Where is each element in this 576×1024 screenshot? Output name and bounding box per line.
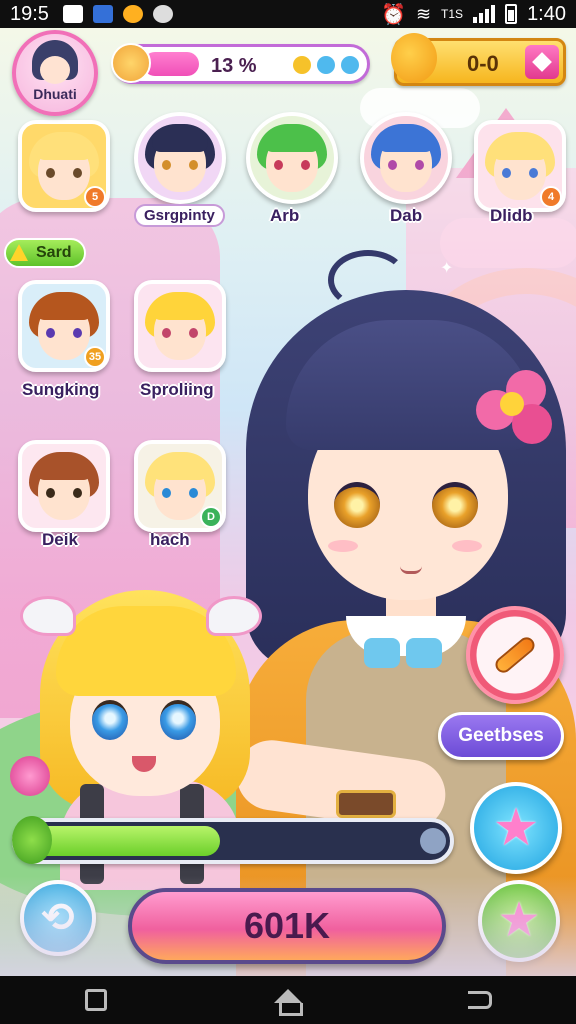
character-name-label: hach bbox=[150, 530, 190, 549]
diamond-plus-icon bbox=[532, 52, 552, 72]
alarm-icon: ⏰ bbox=[381, 3, 406, 26]
character-eyes bbox=[162, 160, 198, 170]
right-eye bbox=[432, 482, 478, 528]
energy-bar bbox=[12, 816, 454, 864]
character-name-label: Dlidb bbox=[490, 206, 533, 225]
carrier-label: T1S bbox=[441, 7, 464, 21]
flower-hairpin-icon bbox=[476, 370, 556, 450]
character-bangs bbox=[152, 126, 208, 152]
main-action-button[interactable]: 601K bbox=[128, 888, 446, 964]
progress-percent: 13 % bbox=[211, 55, 257, 77]
pet-icon bbox=[111, 43, 151, 83]
status-clock: 1:40 bbox=[527, 2, 566, 25]
character-bangs bbox=[492, 134, 548, 160]
wing-hairpin bbox=[206, 596, 262, 636]
battery-icon bbox=[505, 4, 518, 24]
home-icon bbox=[274, 989, 303, 1016]
image-notification-icon bbox=[62, 5, 83, 23]
currency-display[interactable]: 0-0 bbox=[391, 33, 566, 86]
back-button[interactable] bbox=[450, 980, 510, 1020]
character-card[interactable] bbox=[246, 112, 338, 204]
status-bar: 19:5 ⏰ ≋ T1S 1:40 bbox=[0, 0, 576, 28]
character-bangs bbox=[36, 454, 92, 480]
blush bbox=[452, 540, 482, 552]
character-name-label: Deik bbox=[42, 530, 78, 549]
status-time: 19:5 bbox=[10, 2, 49, 25]
progress-fill bbox=[143, 52, 199, 76]
home-button[interactable] bbox=[258, 980, 318, 1020]
character-eyes bbox=[274, 160, 310, 170]
character-eyes bbox=[46, 168, 82, 178]
ribbon bbox=[364, 638, 444, 678]
pencil-icon bbox=[492, 634, 538, 676]
blue-gem-icon bbox=[317, 56, 335, 74]
wifi-icon: ≋ bbox=[415, 3, 432, 24]
recent-apps-icon bbox=[85, 989, 107, 1011]
watch bbox=[336, 790, 396, 818]
character-card[interactable] bbox=[134, 112, 226, 204]
settings-notification-icon bbox=[152, 5, 173, 23]
right-eye bbox=[160, 700, 196, 740]
character-card[interactable] bbox=[360, 112, 452, 204]
star-icon: ★ bbox=[492, 799, 540, 857]
profile-avatar[interactable]: Dhuati bbox=[12, 30, 98, 116]
game-notification-icon bbox=[122, 5, 143, 23]
character-bangs bbox=[36, 294, 92, 320]
currency-value: 0-0 bbox=[467, 51, 499, 76]
character-bangs bbox=[378, 126, 434, 152]
back-icon bbox=[468, 991, 492, 1009]
character-bangs bbox=[152, 294, 208, 320]
blue-gem-icon bbox=[341, 56, 359, 74]
avatar-face bbox=[40, 56, 70, 84]
geet-button[interactable]: Geetbses bbox=[438, 712, 564, 760]
character-name-label: Sungking bbox=[22, 380, 100, 399]
recent-apps-button[interactable] bbox=[66, 980, 126, 1020]
character-eyes bbox=[46, 328, 82, 338]
character-name-label: Dab bbox=[390, 206, 423, 225]
character-bangs bbox=[36, 134, 92, 160]
section-tag[interactable]: Sard bbox=[4, 238, 86, 268]
character-bangs bbox=[264, 126, 320, 152]
character-badge: D bbox=[200, 506, 222, 528]
signal-icon bbox=[473, 5, 496, 23]
leaf-icon bbox=[12, 816, 52, 864]
add-currency-button[interactable] bbox=[525, 45, 559, 79]
character-eyes bbox=[46, 488, 82, 498]
character-badge: 5 bbox=[84, 186, 106, 208]
character-card[interactable] bbox=[18, 440, 110, 532]
character-name-label: Gsrgpinty bbox=[134, 204, 225, 227]
system-nav-bar bbox=[0, 976, 576, 1024]
character-eyes bbox=[162, 328, 198, 338]
character-badge: 35 bbox=[84, 346, 106, 368]
water-drop-icon bbox=[420, 828, 446, 854]
profile-name: Dhuati bbox=[33, 86, 77, 102]
character-name-label: Sproliing bbox=[140, 380, 214, 399]
character-bangs bbox=[152, 454, 208, 480]
level-progress-bar: 13 % bbox=[111, 43, 370, 84]
left-eye bbox=[92, 700, 128, 740]
character-card[interactable] bbox=[134, 280, 226, 372]
app-notification-icon bbox=[92, 5, 113, 23]
star-button[interactable]: ★ bbox=[470, 782, 562, 874]
character-eyes bbox=[162, 488, 198, 498]
rose-icon bbox=[10, 756, 50, 796]
character-badge: 4 bbox=[540, 186, 562, 208]
fox-coin-icon bbox=[391, 33, 437, 83]
ahoge bbox=[328, 250, 408, 310]
character-eyes bbox=[502, 168, 538, 178]
blush bbox=[328, 540, 358, 552]
wing-hairpin bbox=[20, 596, 76, 636]
edit-button[interactable] bbox=[466, 606, 564, 704]
character-eyes bbox=[388, 160, 424, 170]
gold-gem-icon bbox=[293, 56, 311, 74]
left-eye bbox=[334, 482, 380, 528]
character-name-label: Arb bbox=[270, 206, 300, 225]
